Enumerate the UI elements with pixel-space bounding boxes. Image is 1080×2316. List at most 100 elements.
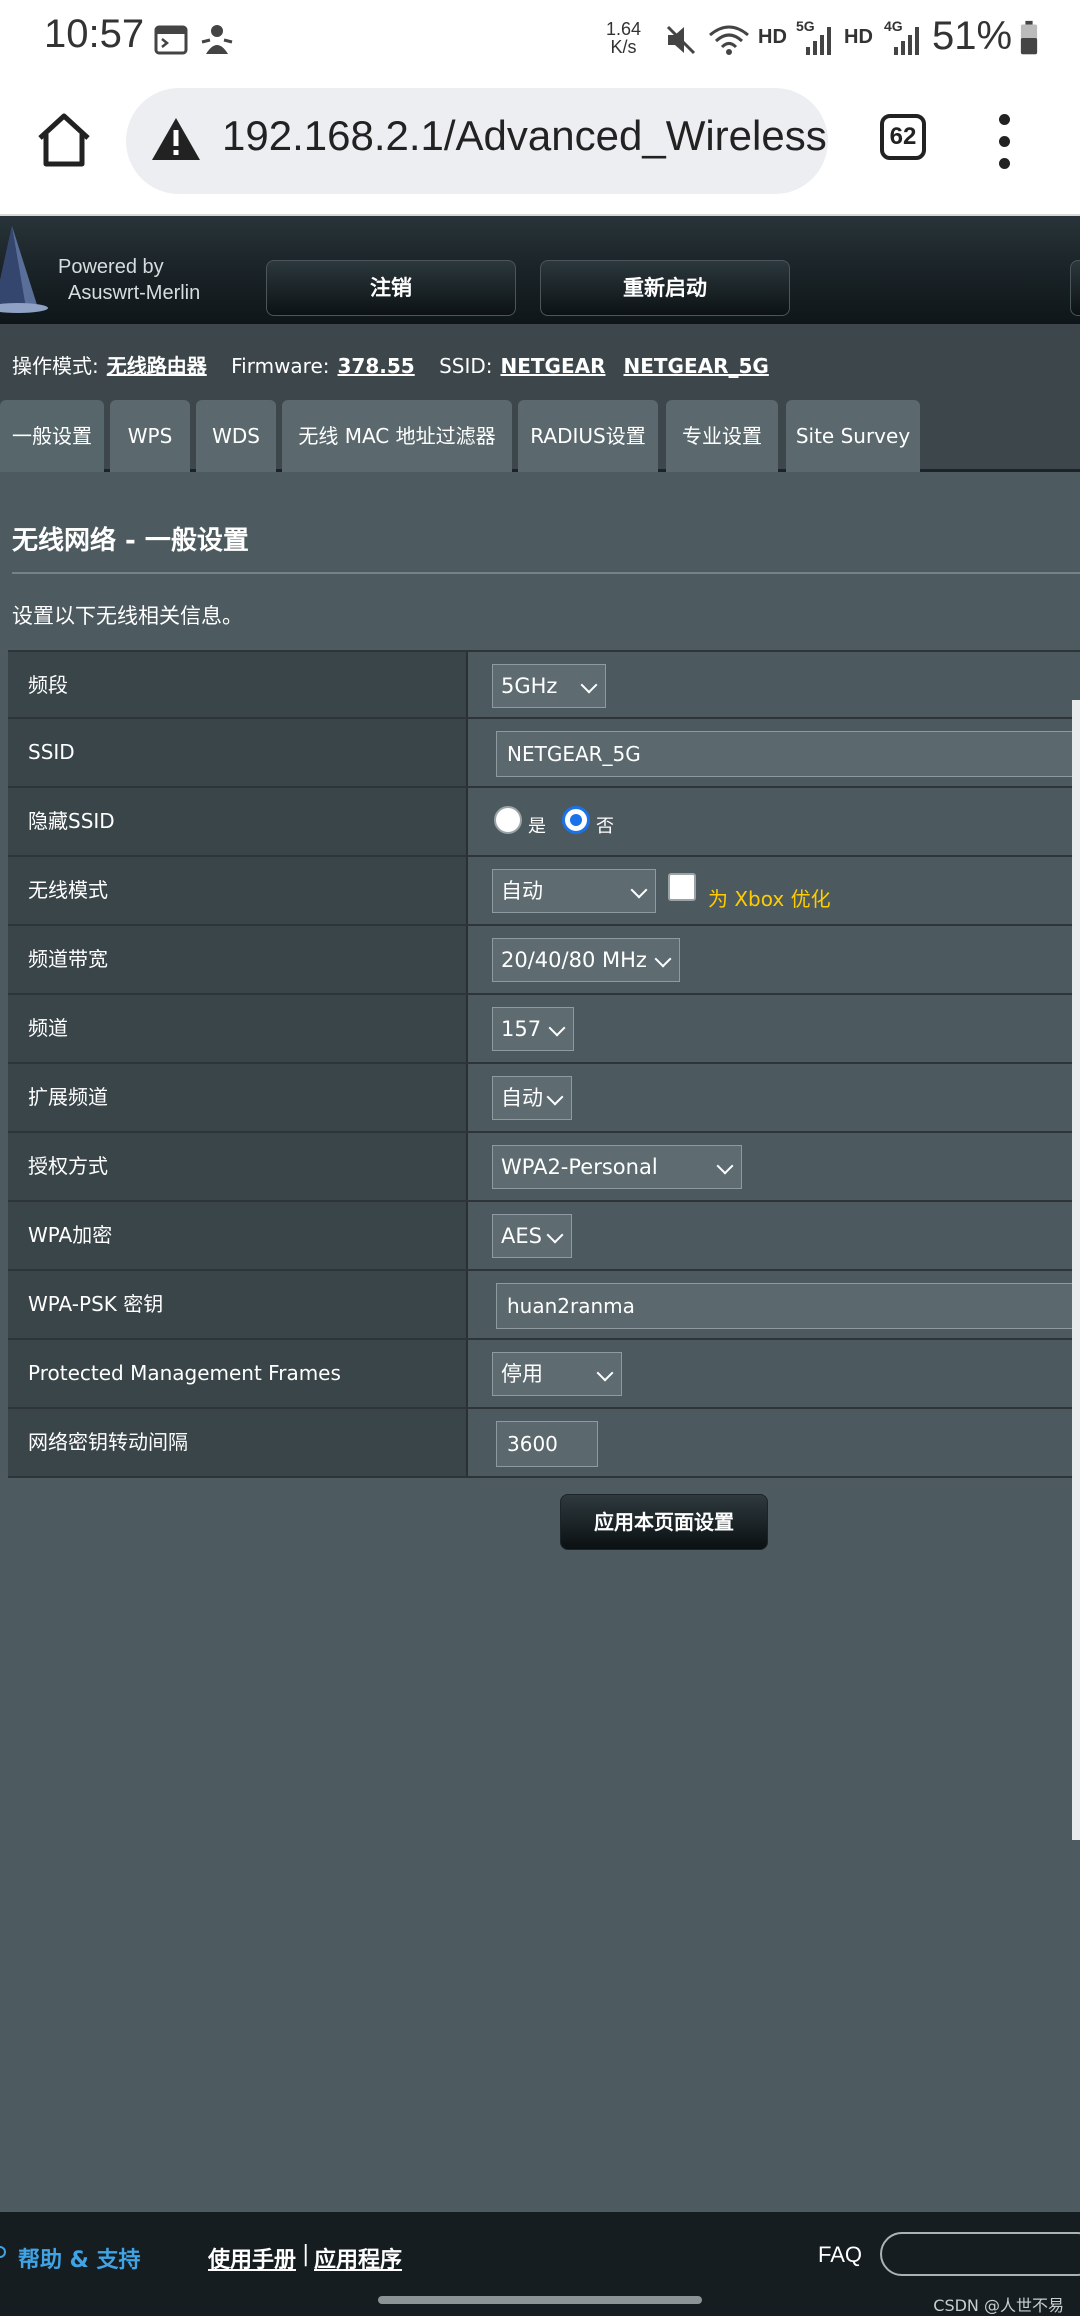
settings-table: 频段 5GHz SSID NETGEAR_5G 隐藏SSID 是 否 无线模式 … bbox=[8, 650, 1080, 1478]
battery-percent: 51% bbox=[932, 14, 1013, 58]
chevron-down-icon bbox=[548, 1019, 566, 1037]
manual-link[interactable]: 使用手册 bbox=[208, 2242, 296, 2274]
tab-mac-filter[interactable]: 无线 MAC 地址过滤器 bbox=[282, 400, 512, 472]
signal-icon-2 bbox=[894, 27, 919, 55]
channel-bandwidth-label: 频道带宽 bbox=[8, 926, 468, 993]
band-label: 频段 bbox=[8, 652, 468, 717]
chevron-down-icon bbox=[546, 1226, 564, 1244]
chevron-down-icon bbox=[630, 881, 648, 899]
help-support-link[interactable]: 帮助 & 支持 bbox=[18, 2242, 141, 2274]
signal-icon bbox=[806, 27, 831, 55]
tab-wps[interactable]: WPS bbox=[110, 400, 190, 472]
wifi-icon bbox=[709, 25, 749, 55]
key-rotation-input[interactable]: 3600 bbox=[496, 1421, 598, 1467]
chevron-down-icon bbox=[580, 676, 598, 694]
table-row: 授权方式 WPA2-Personal bbox=[8, 1133, 1080, 1202]
status-bar: 10:57 1.64 K/s HD 5G HD 4G 51% bbox=[0, 0, 1080, 80]
gesture-handle[interactable] bbox=[378, 2296, 702, 2304]
tab-bar: 一般设置 WPS WDS 无线 MAC 地址过滤器 RADIUS设置 专业设置 … bbox=[0, 400, 1080, 472]
operation-mode-link[interactable]: 无线路由器 bbox=[107, 354, 207, 378]
powered-by-text: Powered by Asuswrt-Merlin bbox=[58, 256, 201, 304]
ext-channel-select[interactable]: 自动 bbox=[492, 1076, 572, 1120]
table-row: Protected Management Frames 停用 bbox=[8, 1340, 1080, 1409]
pmf-select[interactable]: 停用 bbox=[492, 1352, 622, 1396]
tab-radius[interactable]: RADIUS设置 bbox=[518, 400, 658, 472]
wpa-psk-input[interactable]: huan2ranma bbox=[496, 1283, 1080, 1329]
tab-site-survey[interactable]: Site Survey bbox=[786, 400, 920, 472]
table-row: WPA-PSK 密钥 huan2ranma bbox=[8, 1271, 1080, 1340]
hide-ssid-no-radio[interactable] bbox=[562, 806, 590, 834]
title-divider bbox=[12, 572, 1080, 574]
faq-label: FAQ bbox=[818, 2242, 863, 2267]
footer-separator: | bbox=[302, 2242, 310, 2267]
auth-method-select[interactable]: WPA2-Personal bbox=[492, 1145, 742, 1189]
terminal-icon bbox=[154, 25, 188, 55]
table-row: 扩展频道 自动 bbox=[8, 1064, 1080, 1133]
firmware-link[interactable]: 378.55 bbox=[338, 354, 415, 378]
status-time: 10:57 bbox=[44, 12, 145, 56]
channel-label: 频道 bbox=[8, 995, 468, 1062]
apply-button[interactable]: 应用本页面设置 bbox=[560, 1494, 768, 1550]
mute-icon bbox=[666, 25, 696, 55]
ssid-link-2g[interactable]: NETGEAR bbox=[501, 354, 606, 378]
hide-ssid-yes-radio[interactable] bbox=[494, 806, 522, 834]
table-row: 频道 157 bbox=[8, 995, 1080, 1064]
hide-ssid-label: 隐藏SSID bbox=[8, 788, 468, 855]
home-icon[interactable] bbox=[34, 110, 94, 170]
battery-icon bbox=[1020, 20, 1038, 55]
auth-method-label: 授权方式 bbox=[8, 1133, 468, 1200]
table-row: 隐藏SSID 是 否 bbox=[8, 788, 1080, 857]
tab-wds[interactable]: WDS bbox=[196, 400, 276, 472]
reboot-button[interactable]: 重新启动 bbox=[540, 260, 790, 316]
ssid-input[interactable]: NETGEAR_5G bbox=[496, 731, 1080, 777]
tab-general[interactable]: 一般设置 bbox=[0, 400, 104, 472]
chevron-down-icon bbox=[546, 1088, 564, 1106]
warning-icon[interactable] bbox=[150, 116, 202, 162]
merlin-logo bbox=[0, 226, 48, 313]
band-select[interactable]: 5GHz bbox=[492, 664, 606, 708]
tab-switcher-button[interactable]: 62 bbox=[880, 114, 926, 160]
xbox-optimize-checkbox[interactable] bbox=[668, 873, 696, 901]
chevron-down-icon bbox=[716, 1157, 734, 1175]
wireless-mode-label: 无线模式 bbox=[8, 857, 468, 924]
table-row: SSID NETGEAR_5G bbox=[8, 719, 1080, 788]
page-title: 无线网络 - 一般设置 bbox=[12, 526, 249, 556]
ssid-link-5g[interactable]: NETGEAR_5G bbox=[624, 354, 769, 378]
tab-professional[interactable]: 专业设置 bbox=[666, 400, 778, 472]
status-info-line: 操作模式: 无线路由器 Firmware: 378.55 SSID: NETGEAR N… bbox=[0, 324, 1080, 400]
wpa-encryption-select[interactable]: AES bbox=[492, 1214, 572, 1258]
table-row: 频段 5GHz bbox=[8, 650, 1080, 719]
address-bar[interactable]: 192.168.2.1/Advanced_Wireless_Content.as… bbox=[126, 88, 828, 194]
page-scrollbar[interactable] bbox=[1072, 700, 1080, 1840]
table-row: 网络密钥转动间隔 3600 bbox=[8, 1409, 1080, 1478]
more-menu-icon[interactable] bbox=[990, 114, 1020, 170]
main-content: 无线网络 - 一般设置 设置以下无线相关信息。 频段 5GHz SSID NET… bbox=[0, 472, 1080, 1842]
wpa-psk-label: WPA-PSK 密钥 bbox=[8, 1271, 468, 1338]
logout-button[interactable]: 注销 bbox=[266, 260, 516, 316]
wpa-encryption-label: WPA加密 bbox=[8, 1202, 468, 1269]
pmf-label: Protected Management Frames bbox=[8, 1340, 468, 1407]
help-icon bbox=[0, 2246, 6, 2258]
table-row: 无线模式 自动 为 Xbox 优化 bbox=[8, 857, 1080, 926]
chevron-down-icon bbox=[654, 950, 672, 968]
xbox-optimize-label: 为 Xbox 优化 bbox=[708, 887, 831, 911]
channel-bandwidth-select[interactable]: 20/40/80 MHz bbox=[492, 938, 680, 982]
channel-select[interactable]: 157 bbox=[492, 1007, 574, 1051]
chevron-down-icon bbox=[596, 1364, 614, 1382]
url-text[interactable]: 192.168.2.1/Advanced_Wireless_Content.as… bbox=[222, 112, 828, 160]
browser-toolbar: 192.168.2.1/Advanced_Wireless_Content.as… bbox=[0, 80, 1080, 216]
wireless-mode-select[interactable]: 自动 bbox=[492, 869, 656, 913]
navigation-bar: CSDN @人世不易 bbox=[0, 2292, 1080, 2316]
footer: 帮助 & 支持 使用手册 | 应用程序 FAQ bbox=[0, 2212, 1080, 2292]
app-link[interactable]: 应用程序 bbox=[314, 2242, 402, 2274]
app-notification-icon bbox=[201, 25, 233, 54]
page-background bbox=[0, 1842, 1080, 2212]
ssid-label: SSID bbox=[8, 719, 468, 786]
key-rotation-label: 网络密钥转动间隔 bbox=[8, 1409, 468, 1476]
ext-channel-label: 扩展频道 bbox=[8, 1064, 468, 1131]
language-button[interactable] bbox=[1070, 260, 1080, 316]
faq-search-input[interactable] bbox=[880, 2232, 1080, 2276]
watermark: CSDN @人世不易 bbox=[933, 2296, 1064, 2315]
page-description: 设置以下无线相关信息。 bbox=[12, 604, 243, 628]
table-row: WPA加密 AES bbox=[8, 1202, 1080, 1271]
